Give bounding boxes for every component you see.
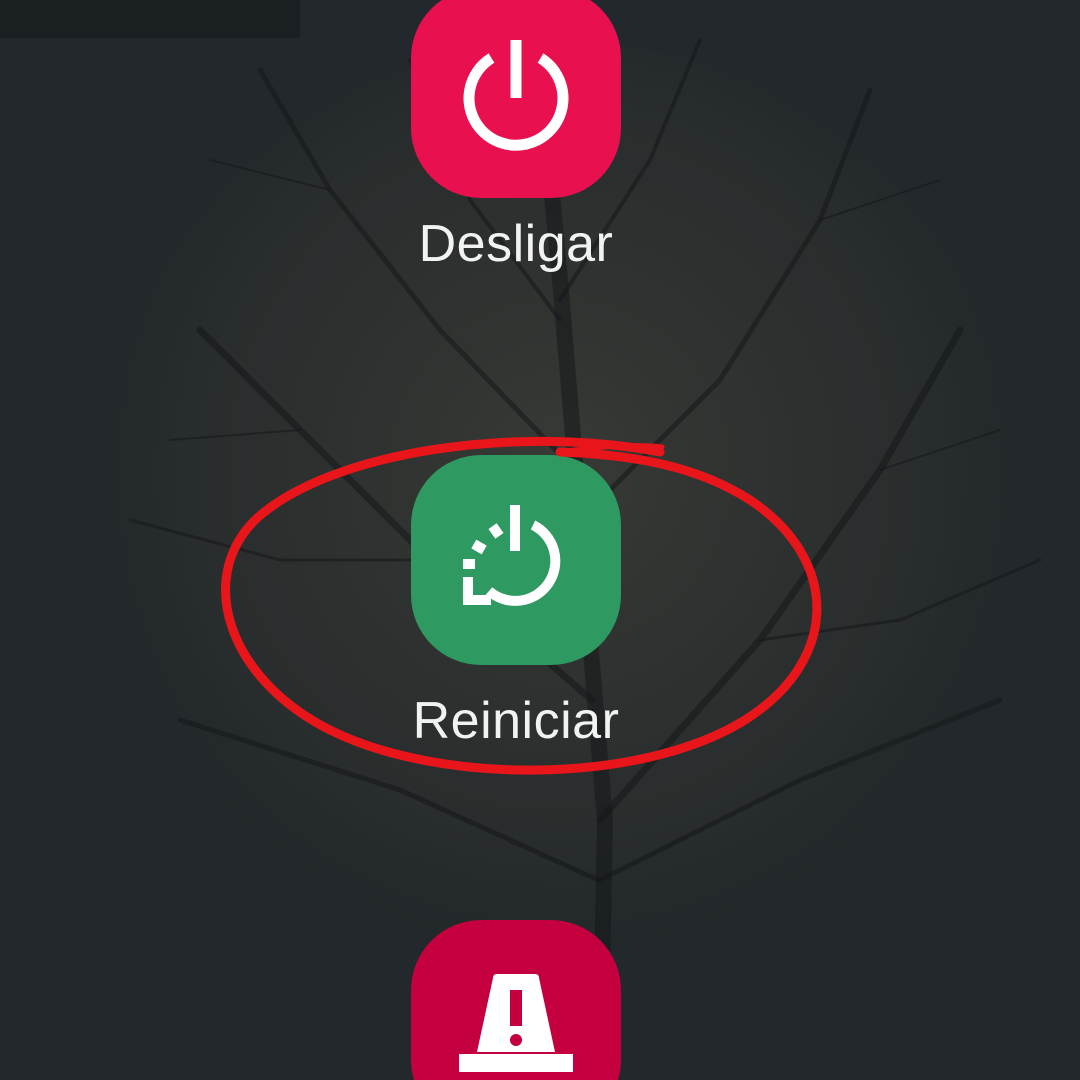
power-off-label: Desligar xyxy=(418,215,614,273)
status-bar-remnant xyxy=(0,0,300,38)
emergency-mode-button[interactable] xyxy=(411,920,621,1080)
restart-icon xyxy=(463,505,561,606)
emergency-mode-option[interactable] xyxy=(411,920,621,1080)
power-icon xyxy=(463,40,569,151)
restart-label: Reiniciar xyxy=(412,692,620,750)
emergency-icon xyxy=(459,974,573,1072)
power-off-option[interactable]: Desligar xyxy=(411,0,621,288)
restart-option[interactable]: Reiniciar xyxy=(411,455,621,755)
restart-button[interactable] xyxy=(411,455,621,665)
power-off-button[interactable] xyxy=(411,0,621,198)
